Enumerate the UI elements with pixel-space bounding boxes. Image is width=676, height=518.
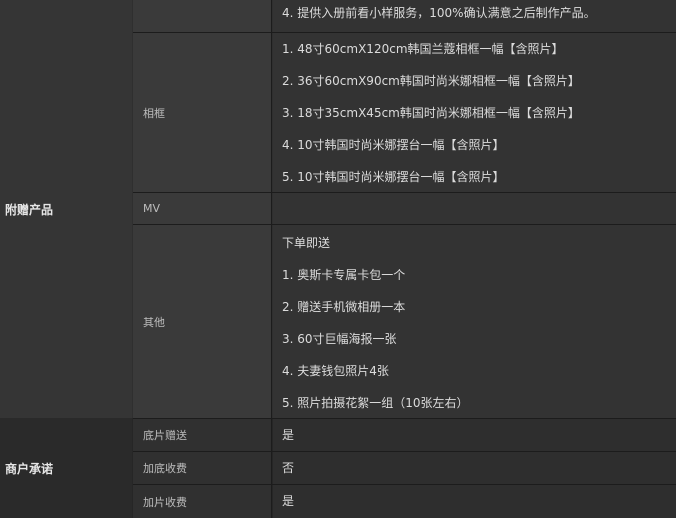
- promise-row: 加底收费 否: [133, 451, 676, 484]
- promise-label: 底片赠送: [133, 419, 272, 451]
- frame-item: 2. 36寸60cmX90cm韩国时尚米娜相框一幅【含照片】: [282, 74, 580, 88]
- service-note-content: 4. 提供入册前看小样服务，100%确认满意之后制作产品。: [273, 0, 676, 32]
- frame-item: 1. 48寸60cmX120cm韩国兰蔻相框一幅【含照片】: [282, 42, 564, 56]
- promise-value: 否: [282, 461, 295, 475]
- frame-item: 3. 18寸35cmX45cm韩国时尚米娜相框一幅【含照片】: [282, 106, 580, 120]
- promise-row: 加片收费 是: [133, 484, 676, 518]
- other-item: 1. 奥斯卡专属卡包一个: [282, 268, 406, 282]
- other-row: 其他 下单即送 1. 奥斯卡专属卡包一个 2. 赠送手机微相册一本 3. 60寸…: [133, 224, 676, 418]
- frame-item: 4. 10寸韩国时尚米娜摆台一幅【含照片】: [282, 138, 505, 152]
- service-note-row: 4. 提供入册前看小样服务，100%确认满意之后制作产品。: [133, 0, 676, 32]
- other-item: 3. 60寸巨幅海报一张: [282, 332, 397, 346]
- other-item: 下单即送: [282, 236, 331, 250]
- other-label: 其他: [133, 225, 272, 418]
- other-item: 4. 夫妻钱包照片4张: [282, 364, 389, 378]
- promise-value: 是: [282, 494, 295, 508]
- gift-products-category: 附赠产品: [0, 0, 132, 418]
- frame-row: 相框 1. 48寸60cmX120cm韩国兰蔻相框一幅【含照片】 2. 36寸6…: [133, 32, 676, 192]
- promise-row: 底片赠送 是: [133, 418, 676, 451]
- promise-value: 是: [282, 428, 295, 442]
- mv-label: MV: [133, 193, 272, 224]
- promise-label: 加片收费: [133, 485, 272, 518]
- promise-label: 加底收费: [133, 452, 272, 484]
- promise-value-cell: 是: [273, 485, 676, 518]
- service-note-line: 4. 提供入册前看小样服务，100%确认满意之后制作产品。: [282, 6, 596, 20]
- other-content: 下单即送 1. 奥斯卡专属卡包一个 2. 赠送手机微相册一本 3. 60寸巨幅海…: [273, 225, 676, 418]
- frame-label: 相框: [133, 33, 272, 192]
- mv-row: MV: [133, 192, 676, 224]
- merchant-promise-section: 商户承诺 底片赠送 是 加底收费 否 加片收费 是: [0, 418, 676, 518]
- mv-content: [273, 193, 676, 224]
- promise-value-cell: 否: [273, 452, 676, 484]
- frame-content: 1. 48寸60cmX120cm韩国兰蔻相框一幅【含照片】 2. 36寸60cm…: [273, 33, 676, 192]
- promise-value-cell: 是: [273, 419, 676, 451]
- frame-item: 5. 10寸韩国时尚米娜摆台一幅【含照片】: [282, 170, 505, 184]
- other-item: 5. 照片拍摄花絮一组（10张左右）: [282, 396, 469, 410]
- other-item: 2. 赠送手机微相册一本: [282, 300, 406, 314]
- gift-products-section: 附赠产品 4. 提供入册前看小样服务，100%确认满意之后制作产品。 相框 1.…: [0, 0, 676, 418]
- merchant-promise-category: 商户承诺: [0, 418, 132, 518]
- service-note-label: [133, 0, 272, 32]
- package-detail-table: 附赠产品 4. 提供入册前看小样服务，100%确认满意之后制作产品。 相框 1.…: [0, 0, 676, 518]
